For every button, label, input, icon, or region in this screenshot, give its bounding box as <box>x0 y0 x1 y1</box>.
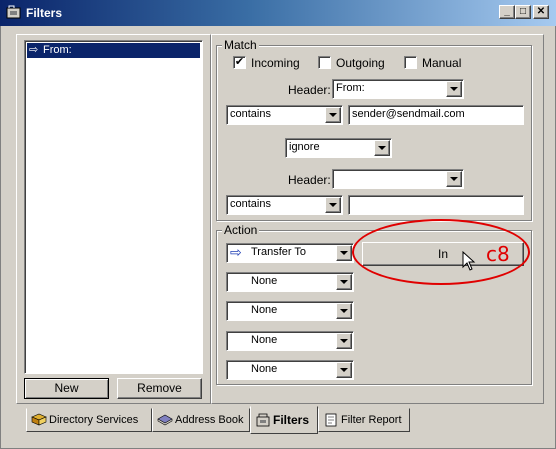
maximize-button[interactable]: □ <box>515 5 531 19</box>
filter-report-icon <box>325 413 337 427</box>
new-button[interactable]: New <box>24 378 109 399</box>
chevron-down-icon[interactable] <box>336 362 352 378</box>
annotation-text: c8 <box>486 242 510 266</box>
chevron-down-icon[interactable] <box>446 81 462 97</box>
check-icon: ✔ <box>234 56 245 68</box>
action-5-value: None <box>251 363 278 375</box>
outgoing-checkbox[interactable] <box>318 56 331 69</box>
title-bar[interactable]: Filters _ □ ✕ <box>0 0 556 26</box>
manual-checkbox[interactable] <box>404 56 417 69</box>
minimize-button[interactable]: _ <box>499 5 515 19</box>
value1-text: sender@sendmail.com <box>352 108 465 120</box>
action-combo-1[interactable]: ⇨ Transfer To <box>226 243 354 263</box>
value1-input[interactable]: sender@sendmail.com <box>348 105 524 125</box>
filter-listbox[interactable]: ⇨ From: <box>24 40 203 374</box>
condition2-combo[interactable]: contains <box>226 195 343 215</box>
action-1-value: Transfer To <box>251 246 307 258</box>
arrow-right-icon: ⇨ <box>29 44 39 56</box>
header2-label: Header: <box>288 173 331 187</box>
chevron-down-icon[interactable] <box>325 107 341 123</box>
incoming-label: Incoming <box>251 56 300 70</box>
action-combo-2[interactable]: None <box>226 272 354 292</box>
tab-label: Directory Services <box>49 414 139 426</box>
incoming-checkbox[interactable]: ✔ <box>233 56 246 69</box>
condition1-combo[interactable]: contains <box>226 105 343 125</box>
list-item-label: From: <box>43 44 72 56</box>
chevron-down-icon[interactable] <box>325 197 341 213</box>
header1-combo[interactable]: From: <box>332 79 464 99</box>
list-item[interactable]: ⇨ From: <box>27 43 200 58</box>
chevron-down-icon[interactable] <box>446 171 462 187</box>
header1-label: Header: <box>288 83 331 97</box>
mouse-cursor-icon <box>462 251 476 271</box>
arrow-right-icon: ⇨ <box>230 244 242 260</box>
filters-icon <box>256 413 270 427</box>
action-group-label: Action <box>222 223 260 237</box>
chevron-down-icon[interactable] <box>336 333 352 349</box>
header1-value: From: <box>336 82 365 94</box>
manual-label: Manual <box>422 56 462 70</box>
logic-combo[interactable]: ignore <box>285 138 392 158</box>
action-2-value: None <box>251 275 278 287</box>
tab-directory-services[interactable]: Directory Services <box>26 408 152 432</box>
tab-label: Address Book <box>175 414 244 426</box>
remove-button-label: Remove <box>137 381 182 395</box>
new-button-label: New <box>54 381 79 395</box>
chevron-down-icon[interactable] <box>336 303 352 319</box>
filters-app-icon <box>6 5 21 19</box>
chevron-down-icon[interactable] <box>374 140 390 156</box>
header2-combo[interactable] <box>332 169 464 189</box>
tab-label: Filters <box>273 413 310 427</box>
action-combo-5[interactable]: None <box>226 360 354 380</box>
window-title: Filters <box>26 6 63 20</box>
chevron-down-icon[interactable] <box>336 274 352 290</box>
action-combo-3[interactable]: None <box>226 301 354 321</box>
outgoing-label: Outgoing <box>336 56 385 70</box>
action-4-value: None <box>251 334 278 346</box>
address-book-icon <box>157 414 173 426</box>
close-button[interactable]: ✕ <box>533 5 549 19</box>
chevron-down-icon[interactable] <box>336 245 352 261</box>
logic-value: ignore <box>289 141 320 153</box>
tab-address-book[interactable]: Address Book <box>152 408 250 432</box>
tab-filters[interactable]: Filters <box>250 406 318 434</box>
match-group-label: Match <box>222 38 259 52</box>
tab-filter-report[interactable]: Filter Report <box>318 408 410 432</box>
action-3-value: None <box>251 304 278 316</box>
value2-input[interactable] <box>348 195 524 215</box>
remove-button[interactable]: Remove <box>117 378 202 399</box>
condition1-value: contains <box>230 108 271 120</box>
tab-label: Filter Report <box>341 414 402 426</box>
condition2-value: contains <box>230 198 271 210</box>
directory-services-icon <box>31 413 47 426</box>
action-combo-4[interactable]: None <box>226 331 354 351</box>
